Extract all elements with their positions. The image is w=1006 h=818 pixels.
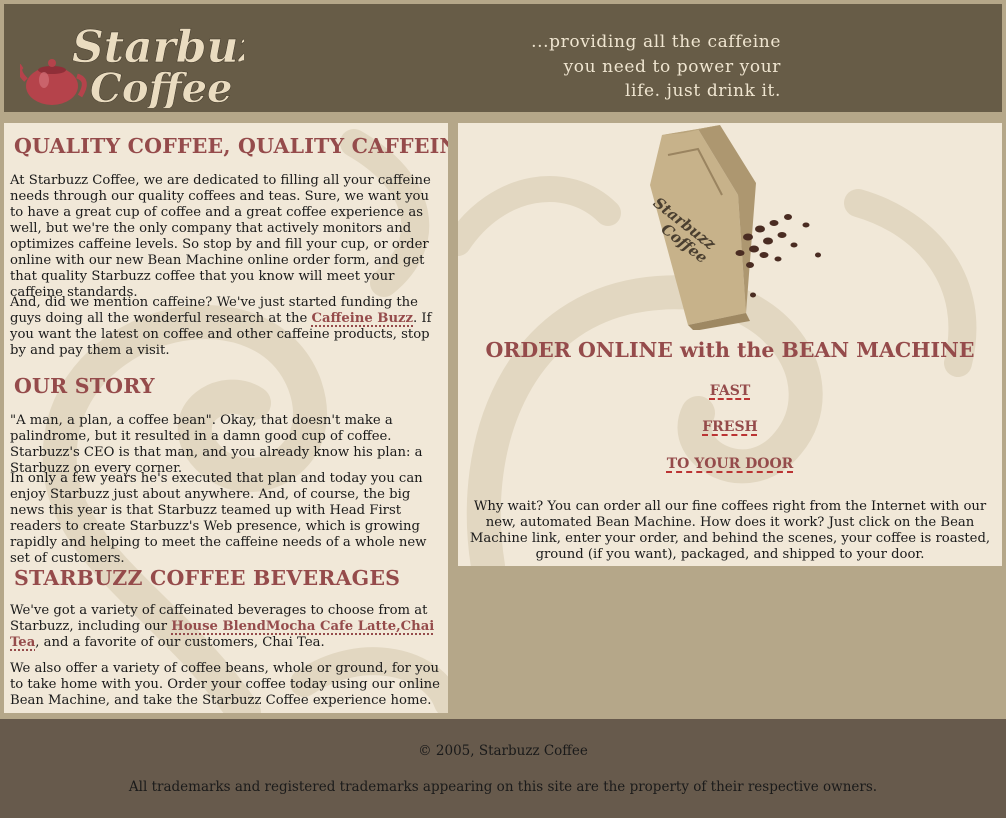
fast-item: FAST <box>458 383 1002 399</box>
why-wait-paragraph: Why wait? You can order all our fine cof… <box>469 499 991 562</box>
coffee-bag-image: Starbuzz Coffee <box>650 125 821 330</box>
story-paragraph-2: In only a few years he's executed that p… <box>10 471 427 566</box>
quality-paragraph-1: At Starbuzz Coffee, we are dedicated to … <box>10 173 431 300</box>
site-footer: © 2005, Starbuzz Coffee All trademarks a… <box>0 719 1006 818</box>
to-your-door-link[interactable]: TO YOUR DOOR <box>667 456 794 472</box>
section-title-beverages: STARBUZZ COFFEE BEVERAGES <box>14 566 401 590</box>
order-online-title: ORDER ONLINE with the BEAN MACHINE <box>485 338 975 362</box>
story-paragraph-1: "A man, a plan, a coffee bean". Okay, th… <box>10 413 423 476</box>
trademark-notice: All trademarks and registered trademarks… <box>128 779 878 795</box>
beverages-paragraph-2: We also offer a variety of coffee beans,… <box>10 661 440 708</box>
fresh-item: FRESH <box>458 419 1002 435</box>
tagline-line: you need to power your <box>563 56 781 77</box>
tagline: ...providing all the caffeine you need t… <box>4 30 781 104</box>
fresh-link[interactable]: FRESH <box>702 419 758 435</box>
tagline-line: ...providing all the caffeine <box>531 32 781 52</box>
beverages-paragraph-1: We've got a variety of caffeinated bever… <box>10 603 442 651</box>
section-title-story: OUR STORY <box>14 374 155 398</box>
text-span: , and a favorite of our customers, Chai … <box>35 635 325 650</box>
copyright-text: © 2005, Starbuzz Coffee <box>418 743 588 759</box>
fast-link[interactable]: FAST <box>710 383 751 399</box>
sidebar: Starbuzz Coffee ORDER ONLINE with the BE… <box>458 123 1002 566</box>
to-your-door-item: TO YOUR DOOR <box>458 456 1002 472</box>
section-title-quality: QUALITY COFFEE, QUALITY CAFFEINE <box>14 134 448 158</box>
quality-paragraph-2: And, did we mention caffeine? We've just… <box>10 295 442 359</box>
main-content: QUALITY COFFEE, QUALITY CAFFEINE At Star… <box>4 123 448 713</box>
caffeine-buzz-link[interactable]: Caffeine Buzz <box>311 311 413 326</box>
tagline-line: life. just drink it. <box>625 81 781 101</box>
site-header: Starbuzz Coffee ...providing all the caf… <box>4 4 1002 112</box>
